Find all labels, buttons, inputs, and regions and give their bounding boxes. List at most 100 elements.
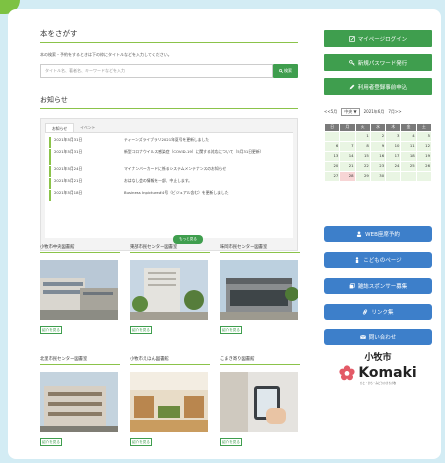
key-icon [348,59,355,66]
news-heading: お知らせ [40,95,298,109]
news-text: 新型コロナウイルス感染症（COVID-19）に関する対応について（5月31日更新… [124,149,264,154]
weekday-cell: 火 [354,123,371,132]
calendar-day: 4 [400,131,417,142]
calendar-day: 16 [369,151,387,162]
news-date: 2021年5月24日 [54,166,83,171]
calendar-day: 13 [323,151,341,162]
web-seat-reservation-button[interactable]: WEB座席予約 [324,226,432,242]
calendar-day: 29 [354,171,371,182]
news-date: 2021年5月31日 [54,149,83,154]
library-name[interactable]: 味岡市民センター図書室 [220,244,300,253]
kids-page-label: こどものページ [363,258,402,264]
calendar-header: <<5月 中央 ▼ 2021年6月 7月>> [324,108,432,116]
library-photo[interactable] [130,372,208,432]
news-date: 2021年5月31日 [54,137,83,142]
library-name[interactable]: 小牧市中央図書館 [40,244,120,253]
contact-button[interactable]: 問い合わせ [324,329,432,345]
news-text: Business Inpicture#4号（ビジュアル含む）を更新しました [124,190,229,195]
calendar-prev-link[interactable]: <<5月 [324,109,337,115]
library-photo[interactable] [130,260,208,320]
logo-row: Komaki [324,365,432,381]
library-detail-button[interactable]: 紹介を見る [40,326,62,334]
news-item[interactable]: 2021年5月18日 Business Inpicture#4号（ビジュアル含む）… [49,190,289,201]
calendar-library-select[interactable]: 中央 ▼ [341,108,360,116]
calendar-month-label: 2021年6月 [363,109,385,114]
weekday-cell: 土 [415,123,433,132]
calendar-day [385,171,402,182]
calendar-day: 30 [369,171,387,182]
library-name[interactable]: 東部市民センター図書室 [130,244,210,253]
library-photo[interactable] [220,372,298,432]
library-detail-button[interactable]: 紹介を見る [220,438,242,446]
komaki-city-logo[interactable]: 小牧市 Komaki ひと・まち・みどりのまち小牧 [324,350,432,385]
calendar-next-link[interactable]: 7月>> [388,109,401,115]
news-text: おはなし会の情報を一部、中止します。 [124,178,192,183]
tab-events[interactable]: イベント [74,123,101,132]
calendar-week: 13 14 15 16 17 18 19 [323,151,433,162]
news-box: お知らせ イベント 2021年5月31日 ティーンズライブラリ2021年夏号を更新… [40,118,298,251]
new-password-button[interactable]: 新規パスワード発行 [324,54,432,71]
news-more-button[interactable]: もっと見る [173,235,203,244]
library-detail-button[interactable]: 紹介を見る [130,326,152,334]
search-button-label: 検索 [284,68,292,73]
calendar-day: 15 [354,151,371,162]
calendar-day-closed: 28 [339,171,356,182]
user-preregistration-button[interactable]: 利用者登録事前申込 [324,78,432,95]
links-button[interactable]: リンク集 [324,304,432,320]
library-photo[interactable] [40,260,118,320]
news-date: 2021年5月18日 [54,190,83,195]
library-detail-button[interactable]: 紹介を見る [130,438,152,446]
calendar-day: 19 [415,151,433,162]
news-item[interactable]: 2021年5月31日 ティーンズライブラリ2021年夏号を更新しました [49,137,289,148]
search-heading: 本をさがす [40,28,298,43]
calendar-weekday-row: 日 月 火 水 木 金 土 [323,123,433,132]
mypage-login-label: マイページログイン [357,36,408,43]
kids-page-button[interactable]: こどものページ [324,252,432,268]
weekday-cell: 日 [323,123,341,132]
library-name[interactable]: こまき寄り図書館 [220,356,300,365]
search-input[interactable]: タイトル名、著者名、キーワードなどを入力 [40,64,273,78]
calendar-day: 25 [400,161,417,172]
calendar-day: 1 [354,131,371,142]
flower-emblem-icon [339,365,355,381]
news-tabs: お知らせ イベント [45,123,293,133]
magazine-sponsor-button[interactable]: 雑誌スポンサー募集 [324,278,432,294]
library-detail-button[interactable]: 紹介を見る [220,326,242,334]
library-name[interactable]: 小牧市えほん図書館 [130,356,210,365]
library-photo[interactable] [40,372,118,432]
calendar-day: 24 [385,161,402,172]
calendar-day: 7 [339,141,356,152]
library-detail-button[interactable]: 紹介を見る [40,438,62,446]
library-card: 小牧市中央図書館 紹介を見る [40,244,122,334]
pencil-icon [349,84,355,89]
library-photo[interactable] [220,260,298,320]
calendar-day: 26 [415,161,433,172]
calendar-week: 6 7 8 9 10 11 12 [323,141,433,152]
link-icon [363,309,368,315]
mypage-login-button[interactable]: マイページログイン [324,30,432,47]
edit-icon [349,35,355,42]
calendar-day: 8 [354,141,371,152]
chevron-down-icon: ▼ [353,109,357,114]
mail-icon [359,334,366,339]
news-item[interactable]: 2021年5月31日 新型コロナウイルス感染症（COVID-19）に関する対応につ… [49,149,289,165]
calendar-day: 11 [400,141,417,152]
search-row: タイトル名、著者名、キーワードなどを入力 検索 [40,64,298,78]
library-name[interactable]: 北里市民センター図書室 [40,356,120,365]
search-button[interactable]: 検索 [273,64,298,78]
calendar-day: 10 [385,141,402,152]
main-column: 本をさがす 本の検索・予約をするときは下の枠にタイトルなどを入力してください。 … [40,28,298,251]
calendar-day: 5 [415,131,433,142]
news-item[interactable]: 2021年5月21日 おはなし会の情報を一部、中止します。 [49,178,289,189]
child-icon [356,257,359,263]
magazine-sponsor-label: 雑誌スポンサー募集 [357,284,408,290]
calendar-day: 14 [339,151,356,162]
calendar-day: 20 [323,161,341,172]
library-card: 北里市民センター図書室 紹介を見る [40,356,122,446]
web-seat-reservation-label: WEB座席予約 [365,232,400,238]
news-text: マイナンバーカードに係るシステムメンテナンスのお知らせ [124,166,227,171]
news-item[interactable]: 2021年5月24日 マイナンバーカードに係るシステムメンテナンスのお知らせ [49,166,289,177]
copy-icon [349,283,355,289]
tab-news[interactable]: お知らせ [45,123,75,132]
calendar-day: 2 [369,131,387,142]
